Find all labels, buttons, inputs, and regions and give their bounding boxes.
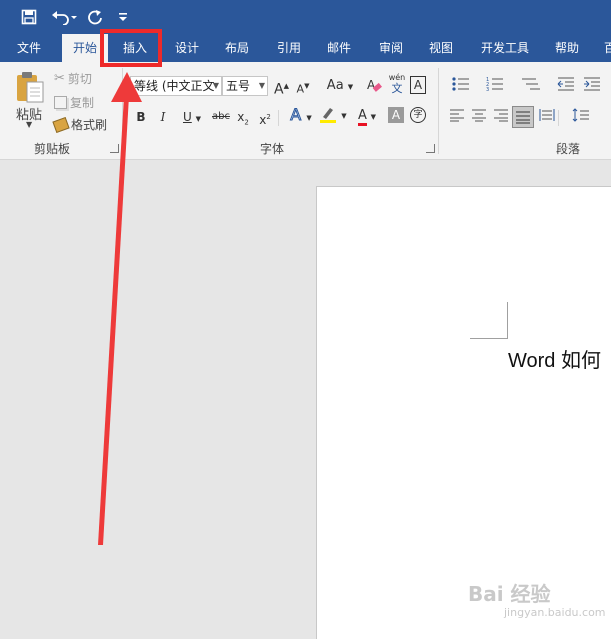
annotation-arrow — [98, 72, 142, 545]
watermark-logo: Bai 经验 — [468, 582, 551, 606]
watermark-url: jingyan.baidu.com — [504, 606, 606, 619]
